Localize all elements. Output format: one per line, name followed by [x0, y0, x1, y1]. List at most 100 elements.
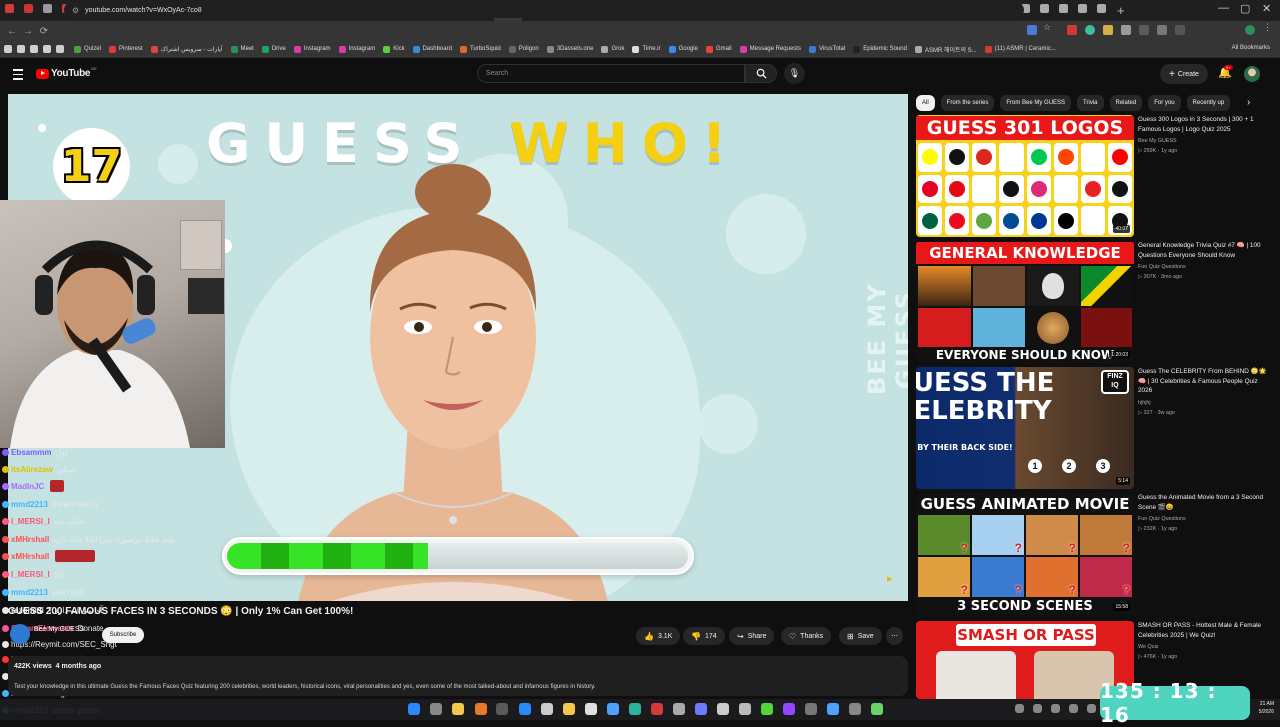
taskbar-app-icon[interactable] — [408, 703, 420, 715]
taskbar-app-icon[interactable] — [629, 703, 641, 715]
filter-chip[interactable]: All — [916, 94, 935, 111]
share-button[interactable]: ↪ Share — [729, 627, 775, 645]
recommended-title[interactable]: Guess 300 Logos in 3 Seconds | 300 + 1 F… — [1138, 115, 1268, 134]
profile-avatar-icon[interactable] — [1245, 25, 1255, 35]
filter-chip[interactable]: Related — [1109, 94, 1143, 111]
filter-chip[interactable]: For you — [1148, 94, 1181, 111]
bookmark-item[interactable]: ASMR 해이트의 S... — [914, 45, 977, 54]
bookmark-item[interactable]: Grok — [601, 45, 624, 54]
taskbar-app-icon[interactable] — [541, 703, 553, 715]
taskbar-app-icon[interactable] — [695, 703, 707, 715]
extension-icon[interactable] — [1103, 25, 1113, 35]
browser-tab[interactable] — [1073, 0, 1092, 17]
recommended-title[interactable]: Guess The CELEBRITY From BEHIND 😳🌟🧠 | 30… — [1138, 367, 1268, 396]
bookmark-item[interactable]: Gmail — [705, 45, 732, 54]
chat-username[interactable]: I_MERSI_I — [11, 570, 50, 579]
tray-icon[interactable] — [1015, 704, 1024, 713]
bookmark-folder-icon[interactable] — [43, 45, 51, 53]
bookmark-item[interactable]: Epidemic Sound — [853, 45, 907, 54]
more-actions-button[interactable]: ⋯ — [886, 627, 903, 645]
recommended-channel[interactable]: Fun Quiz Questions — [1138, 264, 1186, 270]
recommended-title[interactable]: SMASH OR PASS - Hottest Male & Female Ce… — [1138, 621, 1268, 640]
reload-icon[interactable]: ⟳ — [36, 26, 52, 37]
sidepanel-icon[interactable] — [1175, 25, 1185, 35]
extension-icon[interactable] — [1121, 25, 1131, 35]
taskbar-app-icon[interactable] — [871, 703, 883, 715]
chat-username[interactable]: itsAlirezaw — [11, 465, 53, 474]
bookmark-item[interactable]: Pinterest — [109, 45, 143, 54]
bookmark-item[interactable]: (11) ASMR | Ceramic... — [984, 45, 1056, 54]
taskbar-app-icon[interactable] — [761, 703, 773, 715]
filter-chip[interactable]: Trivia — [1077, 94, 1104, 111]
recommended-video[interactable]: GUESS THE CELEBRITY BY THEIR BACK SIDE! … — [916, 367, 1276, 489]
bookmark-item[interactable]: Kick — [383, 45, 405, 54]
address-bar[interactable]: ⚙ youtube.com/watch?v=WxOyAc-7co8 — [64, 2, 1024, 18]
bookmark-item[interactable]: Dashboard — [412, 45, 452, 54]
chat-username[interactable]: Ebsammm — [11, 448, 51, 457]
chevron-right-icon[interactable]: › — [1247, 97, 1250, 108]
bookmark-item[interactable]: 3Dassets.one — [546, 45, 593, 54]
minimize-icon[interactable]: — — [1218, 2, 1229, 14]
chat-username[interactable]: mmd2213 — [11, 588, 48, 597]
taskbar-app-icon[interactable] — [849, 703, 861, 715]
taskbar-app-icon[interactable] — [452, 703, 464, 715]
tray-icon[interactable] — [1087, 704, 1096, 713]
bookmark-item[interactable]: Google — [668, 45, 698, 54]
taskbar-app-icon[interactable] — [739, 703, 751, 715]
chat-username[interactable]: I_MERSI_I — [11, 517, 50, 526]
voice-search-button[interactable]: 🎙 — [784, 63, 805, 84]
bookmark-folder-icon[interactable] — [56, 45, 64, 53]
new-tab-button[interactable]: + — [1117, 3, 1125, 18]
tray-icon[interactable] — [1033, 704, 1042, 713]
bookmark-item[interactable]: VirusTotal — [808, 45, 845, 54]
browser-tab[interactable] — [1054, 0, 1073, 17]
hamburger-menu-icon[interactable] — [13, 69, 23, 83]
bookmark-folder-icon[interactable] — [17, 45, 25, 53]
subscribe-button[interactable]: Subscribe — [102, 627, 144, 643]
description-box[interactable] — [8, 656, 908, 696]
bookmark-star-icon[interactable]: ☆ — [1043, 22, 1053, 32]
browser-tab[interactable] — [1092, 0, 1111, 17]
taskbar-app-icon[interactable] — [475, 703, 487, 715]
bookmark-item[interactable]: Poligon — [508, 45, 539, 54]
extension-icon[interactable] — [1067, 25, 1077, 35]
taskbar-app-icon[interactable] — [783, 703, 795, 715]
download-icon[interactable] — [1157, 25, 1167, 35]
like-button[interactable]: 👍 3.1K — [636, 627, 681, 645]
recommended-video[interactable]: GUESS ANIMATED MOVIE ???????? 3 SECOND S… — [916, 493, 1276, 615]
video-thumbnail[interactable]: GUESS THE CELEBRITY BY THEIR BACK SIDE! … — [916, 367, 1134, 489]
recommended-channel[interactable]: hjhjhj — [1138, 400, 1151, 406]
taskbar-app-icon[interactable] — [496, 703, 508, 715]
recommended-channel[interactable]: Fun Quiz Questions — [1138, 516, 1186, 522]
forward-icon[interactable]: → — [20, 26, 36, 37]
taskbar-app-icon[interactable] — [805, 703, 817, 715]
site-info-icon[interactable]: ⚙ — [72, 6, 79, 15]
youtube-logo[interactable]: YouTube DE — [36, 66, 97, 79]
filter-chip[interactable]: Recently up — [1186, 94, 1231, 111]
video-thumbnail[interactable]: GUESS 301 LOGOS 40:07 — [916, 115, 1134, 237]
close-window-icon[interactable]: ✕ — [1262, 2, 1271, 15]
bookmark-item[interactable]: TurboSquid — [459, 45, 501, 54]
chat-username[interactable]: xMHrshall — [11, 552, 49, 561]
thanks-button[interactable]: ♡ Thanks — [781, 627, 832, 645]
bookmark-folder-icon[interactable] — [30, 45, 38, 53]
recommended-channel[interactable]: We Quiz — [1138, 644, 1159, 650]
channel-avatar[interactable] — [10, 624, 30, 644]
taskbar-app-icon[interactable] — [563, 703, 575, 715]
browser-menu-icon[interactable]: ⋮ — [1263, 22, 1273, 32]
bookmark-folder-icon[interactable] — [4, 45, 12, 53]
filter-chip[interactable]: From the series — [940, 94, 995, 111]
chat-username[interactable]: MadInJC — [11, 482, 44, 491]
system-clock[interactable]: 21 AM 5/2026 — [1259, 700, 1274, 716]
browser-tab[interactable] — [0, 0, 19, 17]
account-avatar[interactable] — [1244, 66, 1260, 82]
all-bookmarks[interactable]: All Bookmarks — [1232, 45, 1270, 51]
save-button[interactable]: ⊞ Save — [839, 627, 882, 645]
video-thumbnail[interactable]: GUESS ANIMATED MOVIE ???????? 3 SECOND S… — [916, 493, 1134, 615]
bookmark-item[interactable]: Drive — [261, 45, 286, 54]
search-input[interactable]: Search — [477, 64, 745, 83]
taskbar-app-icon[interactable] — [585, 703, 597, 715]
recommended-title[interactable]: General Knowledge Trivia Quiz #7 🧠 | 100… — [1138, 241, 1268, 260]
browser-tab[interactable] — [1035, 0, 1054, 17]
create-button[interactable]: + Create — [1160, 64, 1208, 84]
